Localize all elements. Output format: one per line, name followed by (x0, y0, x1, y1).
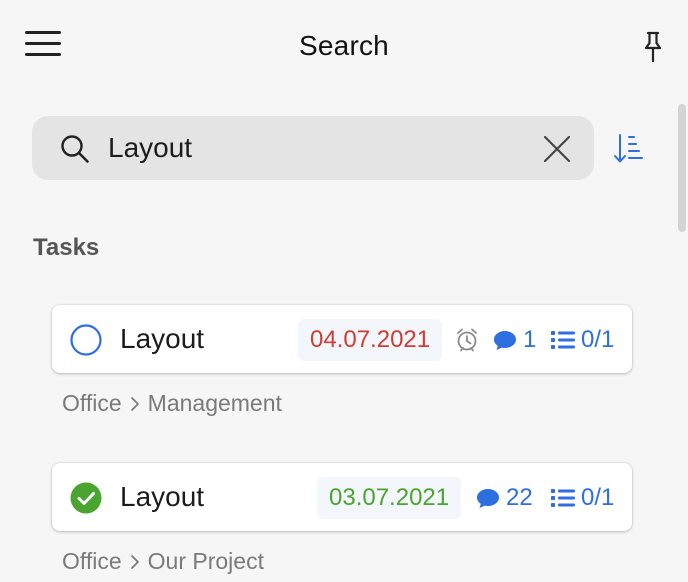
breadcrumb-item: Office (62, 548, 122, 574)
comments-count-value: 1 (523, 326, 537, 353)
sort-icon (614, 134, 643, 163)
checklist-progress: 0/1 (550, 484, 614, 512)
close-icon (543, 135, 571, 163)
comment-icon (494, 331, 516, 350)
comments-count: 1 (492, 326, 536, 354)
sort-button[interactable] (612, 132, 644, 166)
task-card[interactable]: Layout 04.07.2021 1 0/1 (52, 305, 632, 373)
page-title: Search (299, 30, 389, 61)
search-bar[interactable] (32, 116, 594, 180)
pin-button[interactable] (638, 30, 668, 64)
checklist-progress-value: 0/1 (581, 326, 615, 353)
pin-icon (644, 31, 662, 63)
task-title: Layout (120, 323, 205, 354)
checklist-progress-value: 0/1 (581, 484, 615, 511)
alarm-clock-icon (457, 328, 477, 352)
reminder-indicator (455, 326, 479, 354)
due-date-badge: 03.07.2021 (317, 477, 462, 519)
breadcrumb: Office Our Project (62, 548, 264, 575)
due-date-badge: 04.07.2021 (298, 319, 443, 361)
task-card[interactable]: Layout 03.07.2021 22 0/1 (52, 463, 632, 531)
section-title-tasks: Tasks (33, 234, 100, 261)
comments-count: 22 (475, 484, 533, 512)
task-checkbox[interactable] (70, 482, 102, 514)
comments-count-value: 22 (506, 484, 533, 511)
breadcrumb-item: Our Project (147, 548, 264, 574)
chevron-right-icon (130, 554, 139, 569)
chevron-right-icon (130, 396, 139, 411)
scrollbar-thumb[interactable] (678, 104, 686, 232)
breadcrumb-item: Management (147, 390, 282, 416)
search-input[interactable] (108, 126, 528, 170)
comment-icon (477, 489, 499, 508)
checklist-icon (551, 489, 575, 507)
checklist-icon (551, 331, 575, 349)
circle-unchecked-icon (70, 324, 102, 356)
check-circle-icon (70, 482, 102, 514)
task-title: Layout (120, 481, 205, 512)
checklist-progress: 0/1 (550, 326, 614, 354)
search-icon (61, 135, 89, 163)
breadcrumb: Office Management (62, 390, 282, 417)
header-bar: Search (0, 0, 688, 92)
task-checkbox[interactable] (70, 324, 102, 356)
clear-search-button[interactable] (542, 134, 572, 164)
breadcrumb-item: Office (62, 390, 122, 416)
